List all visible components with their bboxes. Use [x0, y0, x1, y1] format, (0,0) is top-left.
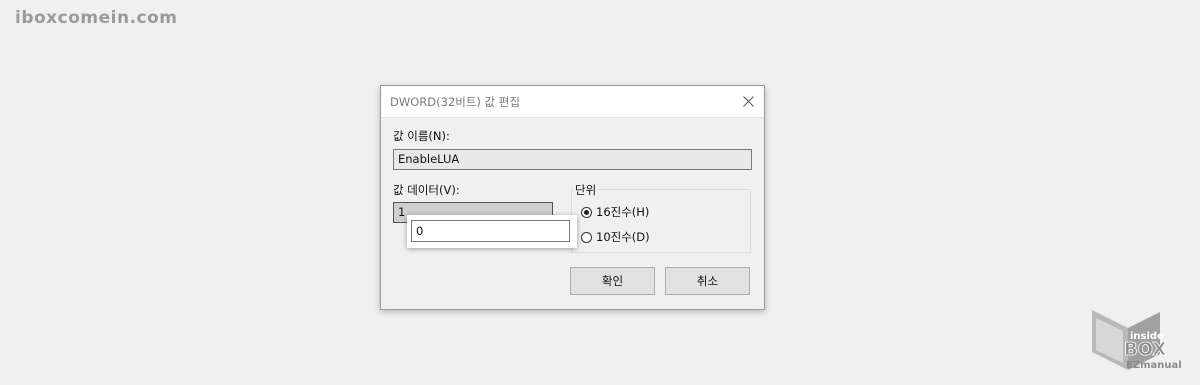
radio-decimal[interactable]: 10진수(D) — [581, 229, 650, 245]
zoom-callout: 0 — [407, 215, 577, 248]
close-icon — [742, 96, 754, 107]
value-data-label: 값 데이터(V): — [393, 183, 460, 197]
edit-dword-dialog: DWORD(32비트) 값 편집 값 이름(N): EnableLUA 값 데이… — [380, 85, 765, 310]
value-name-label: 값 이름(N): — [393, 129, 450, 143]
radio-hexadecimal[interactable]: 16진수(H) — [581, 204, 649, 220]
dialog-titlebar: DWORD(32비트) 값 편집 — [381, 86, 764, 118]
ok-button[interactable]: 확인 — [570, 267, 655, 295]
insidebox-logo: inside BOX EZmanual — [1090, 308, 1185, 374]
radio-dec-label: 10진수(D) — [596, 230, 650, 244]
value-data-input[interactable]: 0 — [411, 220, 570, 242]
cancel-button[interactable]: 취소 — [665, 267, 750, 295]
radio-unchecked-icon — [581, 231, 592, 243]
base-group-label: 단위 — [573, 182, 599, 198]
dialog-title: DWORD(32비트) 값 편집 — [390, 95, 520, 109]
radio-checked-icon — [581, 206, 592, 218]
radio-hex-label: 16진수(H) — [596, 205, 650, 219]
logo-text-ezmanual: EZmanual — [1126, 360, 1182, 371]
value-name-field[interactable]: EnableLUA — [393, 149, 752, 170]
close-button[interactable] — [732, 86, 764, 117]
logo-text-box: BOX — [1124, 339, 1166, 360]
site-watermark: iboxcomein.com — [15, 8, 178, 28]
